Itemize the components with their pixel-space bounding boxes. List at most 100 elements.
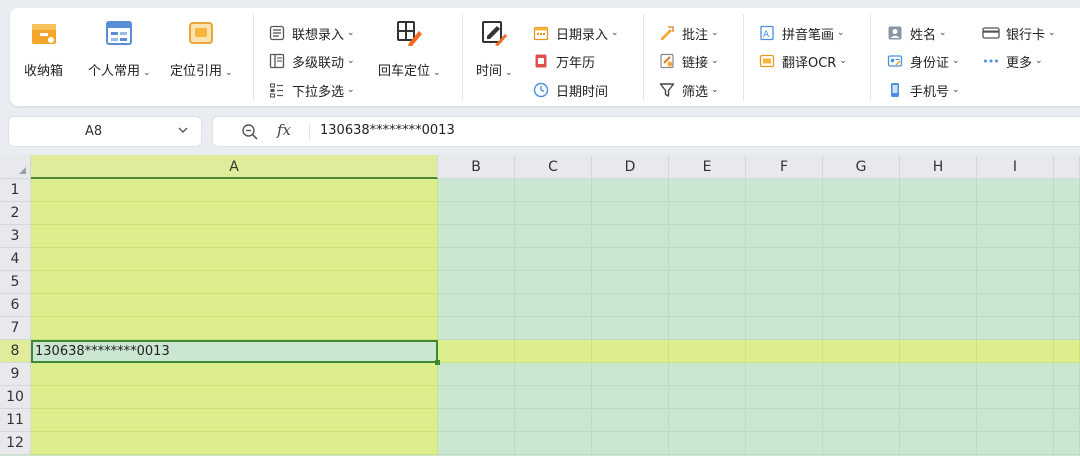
cell-H9[interactable] <box>900 363 977 386</box>
row-header-10[interactable]: 10 <box>0 386 31 409</box>
cell-H5[interactable] <box>900 271 977 294</box>
row-header-11[interactable]: 11 <box>0 409 31 432</box>
cell-G2[interactable] <box>823 202 900 225</box>
cell-D6[interactable] <box>592 294 669 317</box>
cell-G3[interactable] <box>823 225 900 248</box>
cell-A2[interactable] <box>31 202 438 225</box>
cell-F7[interactable] <box>746 317 823 340</box>
row-header-9[interactable]: 9 <box>0 363 31 386</box>
cell-D8[interactable] <box>592 340 669 363</box>
cell-G12[interactable] <box>823 432 900 455</box>
cell-E7[interactable] <box>669 317 746 340</box>
cell-C10[interactable] <box>515 386 592 409</box>
cell-C2[interactable] <box>515 202 592 225</box>
row-header-3[interactable]: 3 <box>0 225 31 248</box>
associative-input-button[interactable]: 联想录入 ⌄ <box>268 22 355 44</box>
cell-J2[interactable] <box>1054 202 1080 225</box>
cell-I10[interactable] <box>977 386 1054 409</box>
cell-G5[interactable] <box>823 271 900 294</box>
cell-E8[interactable] <box>669 340 746 363</box>
cell-I8[interactable] <box>977 340 1054 363</box>
cell-J5[interactable] <box>1054 271 1080 294</box>
cell-D4[interactable] <box>592 248 669 271</box>
cell-I2[interactable] <box>977 202 1054 225</box>
datetime-button[interactable]: 日期时间 <box>532 79 608 101</box>
cell-J11[interactable] <box>1054 409 1080 432</box>
cell-J7[interactable] <box>1054 317 1080 340</box>
cell-E11[interactable] <box>669 409 746 432</box>
cell-B8[interactable] <box>438 340 515 363</box>
pinyin-stroke-button[interactable]: A 拼音笔画 ⌄ <box>758 22 845 44</box>
cell-B9[interactable] <box>438 363 515 386</box>
function-fx-icon[interactable]: fx <box>277 121 291 139</box>
cell-F1[interactable] <box>746 179 823 202</box>
name-box[interactable]: A8 <box>8 116 202 147</box>
cell-A6[interactable] <box>31 294 438 317</box>
cell-B1[interactable] <box>438 179 515 202</box>
cell-C12[interactable] <box>515 432 592 455</box>
cell-H2[interactable] <box>900 202 977 225</box>
cell-F2[interactable] <box>746 202 823 225</box>
row-header-2[interactable]: 2 <box>0 202 31 225</box>
locate-reference-button[interactable]: 定位引用 ⌄ <box>170 18 233 79</box>
cell-H1[interactable] <box>900 179 977 202</box>
column-header-C[interactable]: C <box>515 155 592 179</box>
cell-A1[interactable] <box>31 179 438 202</box>
cell-A7[interactable] <box>31 317 438 340</box>
cell-H12[interactable] <box>900 432 977 455</box>
column-header-F[interactable]: F <box>746 155 823 179</box>
cell-G1[interactable] <box>823 179 900 202</box>
cell-F5[interactable] <box>746 271 823 294</box>
cell-H3[interactable] <box>900 225 977 248</box>
cell-E10[interactable] <box>669 386 746 409</box>
cell-I1[interactable] <box>977 179 1054 202</box>
cell-J3[interactable] <box>1054 225 1080 248</box>
cell-E12[interactable] <box>669 432 746 455</box>
column-header-D[interactable]: D <box>592 155 669 179</box>
column-header-G[interactable]: G <box>823 155 900 179</box>
personal-common-button[interactable]: 个人常用 ⌄ <box>88 18 151 79</box>
cell-B12[interactable] <box>438 432 515 455</box>
cell-C11[interactable] <box>515 409 592 432</box>
cell-G9[interactable] <box>823 363 900 386</box>
cell-C7[interactable] <box>515 317 592 340</box>
spreadsheet-grid[interactable]: A B C D E F G H I 1 2 3 4 5 6 7 8 130638********0013 9 10 11… <box>0 155 1080 456</box>
cell-J1[interactable] <box>1054 179 1080 202</box>
cell-H4[interactable] <box>900 248 977 271</box>
cell-I3[interactable] <box>977 225 1054 248</box>
row-header-12[interactable]: 12 <box>0 432 31 455</box>
cell-G7[interactable] <box>823 317 900 340</box>
phone-number-button[interactable]: 手机号 ⌄ <box>886 79 960 101</box>
cell-D5[interactable] <box>592 271 669 294</box>
cell-B6[interactable] <box>438 294 515 317</box>
active-cell-A8[interactable]: 130638********0013 <box>31 340 438 363</box>
cell-I6[interactable] <box>977 294 1054 317</box>
cell-B2[interactable] <box>438 202 515 225</box>
column-header-A[interactable]: A <box>31 155 438 179</box>
cell-B5[interactable] <box>438 271 515 294</box>
cell-J6[interactable] <box>1054 294 1080 317</box>
dropdown-multiselect-button[interactable]: 下拉多选 ⌄ <box>268 79 355 101</box>
select-all-corner[interactable] <box>0 155 31 179</box>
zoom-magnifier-icon[interactable] <box>241 123 259 145</box>
column-header-I[interactable]: I <box>977 155 1054 179</box>
cell-C5[interactable] <box>515 271 592 294</box>
cell-H8[interactable] <box>900 340 977 363</box>
cell-H7[interactable] <box>900 317 977 340</box>
column-header-B[interactable]: B <box>438 155 515 179</box>
cell-F3[interactable] <box>746 225 823 248</box>
cell-E1[interactable] <box>669 179 746 202</box>
cell-B11[interactable] <box>438 409 515 432</box>
cell-G4[interactable] <box>823 248 900 271</box>
cell-G8[interactable] <box>823 340 900 363</box>
cell-D10[interactable] <box>592 386 669 409</box>
cell-B7[interactable] <box>438 317 515 340</box>
cell-G11[interactable] <box>823 409 900 432</box>
cell-A3[interactable] <box>31 225 438 248</box>
cell-H10[interactable] <box>900 386 977 409</box>
cell-F6[interactable] <box>746 294 823 317</box>
row-header-4[interactable]: 4 <box>0 248 31 271</box>
cell-I7[interactable] <box>977 317 1054 340</box>
cell-E4[interactable] <box>669 248 746 271</box>
cell-H11[interactable] <box>900 409 977 432</box>
